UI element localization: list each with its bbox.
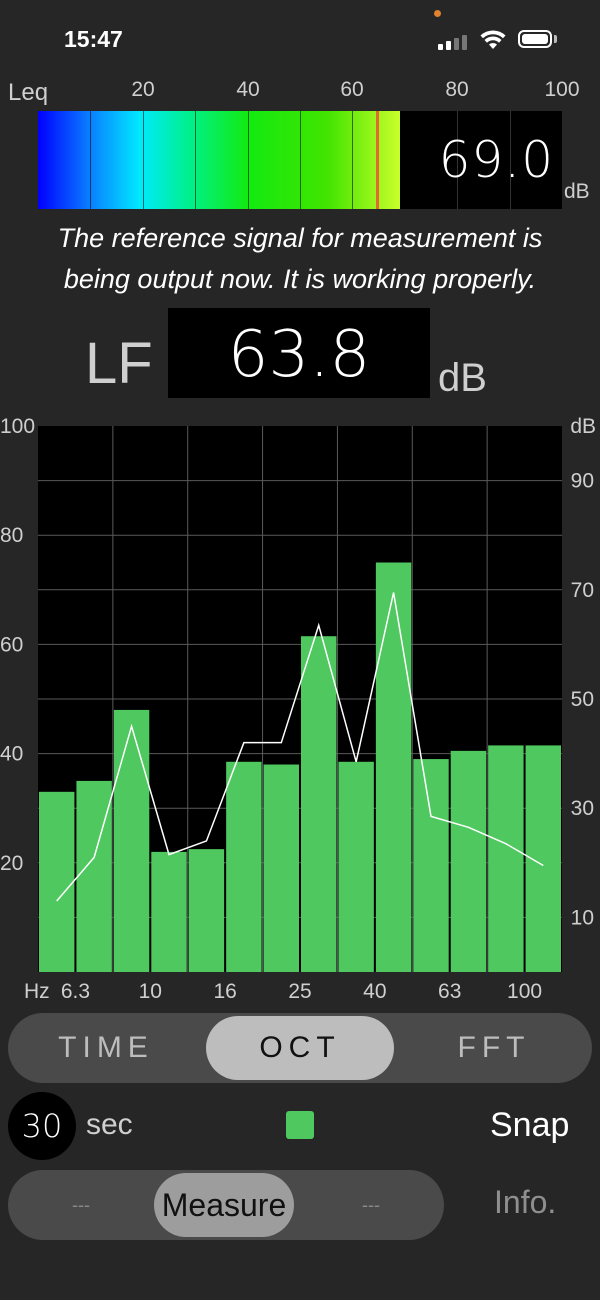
battery-icon xyxy=(518,30,552,48)
right-axis-tick-label: 90 xyxy=(571,470,594,493)
mode-segmented-control: TIME OCT FFT xyxy=(8,1013,592,1083)
meter-gridline xyxy=(195,111,196,209)
left-axis-tick-label: 80 xyxy=(0,524,23,547)
meter-scale-label: 40 xyxy=(236,78,260,101)
meter-gridline xyxy=(352,111,353,209)
x-axis-tick-label: 10 xyxy=(139,980,162,1003)
meter-gridline xyxy=(248,111,249,209)
battery-tip xyxy=(554,35,557,43)
duration-button[interactable]: 30 xyxy=(8,1092,76,1160)
chart-bar xyxy=(226,761,262,972)
right-axis-tick-label: 30 xyxy=(571,797,594,820)
leq-level-meter: 69.0 xyxy=(38,111,562,209)
octave-band-chart: 100 80 60 40 20 dB 90 70 50 30 10 Hz 6.3 10 16 25 40 63 10… xyxy=(0,415,596,1003)
action-left-button[interactable]: --- xyxy=(8,1170,154,1240)
chart-bar xyxy=(450,750,487,972)
tab-oct[interactable]: OCT xyxy=(206,1013,394,1083)
meter-scale-label: 60 xyxy=(340,78,364,101)
color-indicator[interactable] xyxy=(286,1111,314,1139)
left-axis-tick-label: 100 xyxy=(0,415,35,438)
chart-bar xyxy=(338,761,374,972)
meter-gridline xyxy=(143,111,144,209)
chart-bar xyxy=(151,851,187,972)
right-axis-tick-label: 50 xyxy=(571,688,594,711)
duration-unit: sec xyxy=(86,1108,133,1141)
tab-fft[interactable]: FFT xyxy=(396,1013,592,1083)
x-axis-tick-label: 100 xyxy=(507,980,542,1003)
right-axis-tick-label: 10 xyxy=(571,906,594,929)
measure-button[interactable]: Measure xyxy=(154,1170,294,1240)
chart-bar xyxy=(413,759,449,972)
action-right-button[interactable]: --- xyxy=(298,1170,444,1240)
snap-button[interactable]: Snap xyxy=(490,1106,569,1145)
meter-gridline xyxy=(90,111,91,209)
chart-bar xyxy=(39,791,75,972)
action-segmented-control: --- Measure --- xyxy=(8,1170,444,1240)
info-button[interactable]: Info. xyxy=(494,1184,556,1221)
lf-value: 63.8 xyxy=(227,318,371,392)
x-axis-tick-label: 25 xyxy=(288,980,311,1003)
meter-scale-label: 100 xyxy=(544,78,580,101)
status-message-line-2: being output now. It is working properly… xyxy=(63,264,537,294)
right-axis-tick-label: 70 xyxy=(571,579,594,602)
cellular-signal-icon xyxy=(438,34,468,50)
meter-gridline xyxy=(300,111,301,209)
meter-fill-bar xyxy=(38,111,400,209)
meter-gridline xyxy=(405,111,406,209)
lf-unit: dB xyxy=(438,356,487,400)
leq-unit: dB xyxy=(564,180,590,203)
meter-scale-label: 20 xyxy=(131,78,155,101)
chart-bar xyxy=(375,562,412,972)
x-axis-tick-label: 40 xyxy=(363,980,386,1003)
x-axis-tick-label: 16 xyxy=(213,980,236,1003)
meter-scale-label: 80 xyxy=(445,78,469,101)
left-axis-tick-label: 20 xyxy=(0,852,23,875)
status-time: 15:47 xyxy=(64,26,123,52)
wifi-icon xyxy=(480,30,506,49)
lf-label: LF xyxy=(85,331,153,396)
chart-bar xyxy=(76,780,112,972)
leq-value: 69.0 xyxy=(438,131,554,189)
right-axis-unit: dB xyxy=(570,415,596,438)
chart-bar xyxy=(263,764,299,972)
x-axis-unit: Hz xyxy=(24,980,50,1003)
leq-label: Leq xyxy=(8,79,49,106)
chart-bar xyxy=(188,849,225,972)
tab-time[interactable]: TIME xyxy=(8,1013,204,1083)
left-axis-tick-label: 60 xyxy=(0,633,23,656)
chart-bar xyxy=(301,636,337,972)
x-axis-tick-label: 63 xyxy=(438,980,461,1003)
x-axis-tick-label: 6.3 xyxy=(61,980,90,1003)
status-message-line-1: The reference signal for measurement is xyxy=(57,223,543,253)
meter-peak-marker xyxy=(375,111,379,209)
left-axis-tick-label: 40 xyxy=(0,743,23,766)
chart-bar xyxy=(488,745,524,972)
privacy-indicator-dot xyxy=(434,10,441,17)
chart-bar xyxy=(113,709,150,972)
